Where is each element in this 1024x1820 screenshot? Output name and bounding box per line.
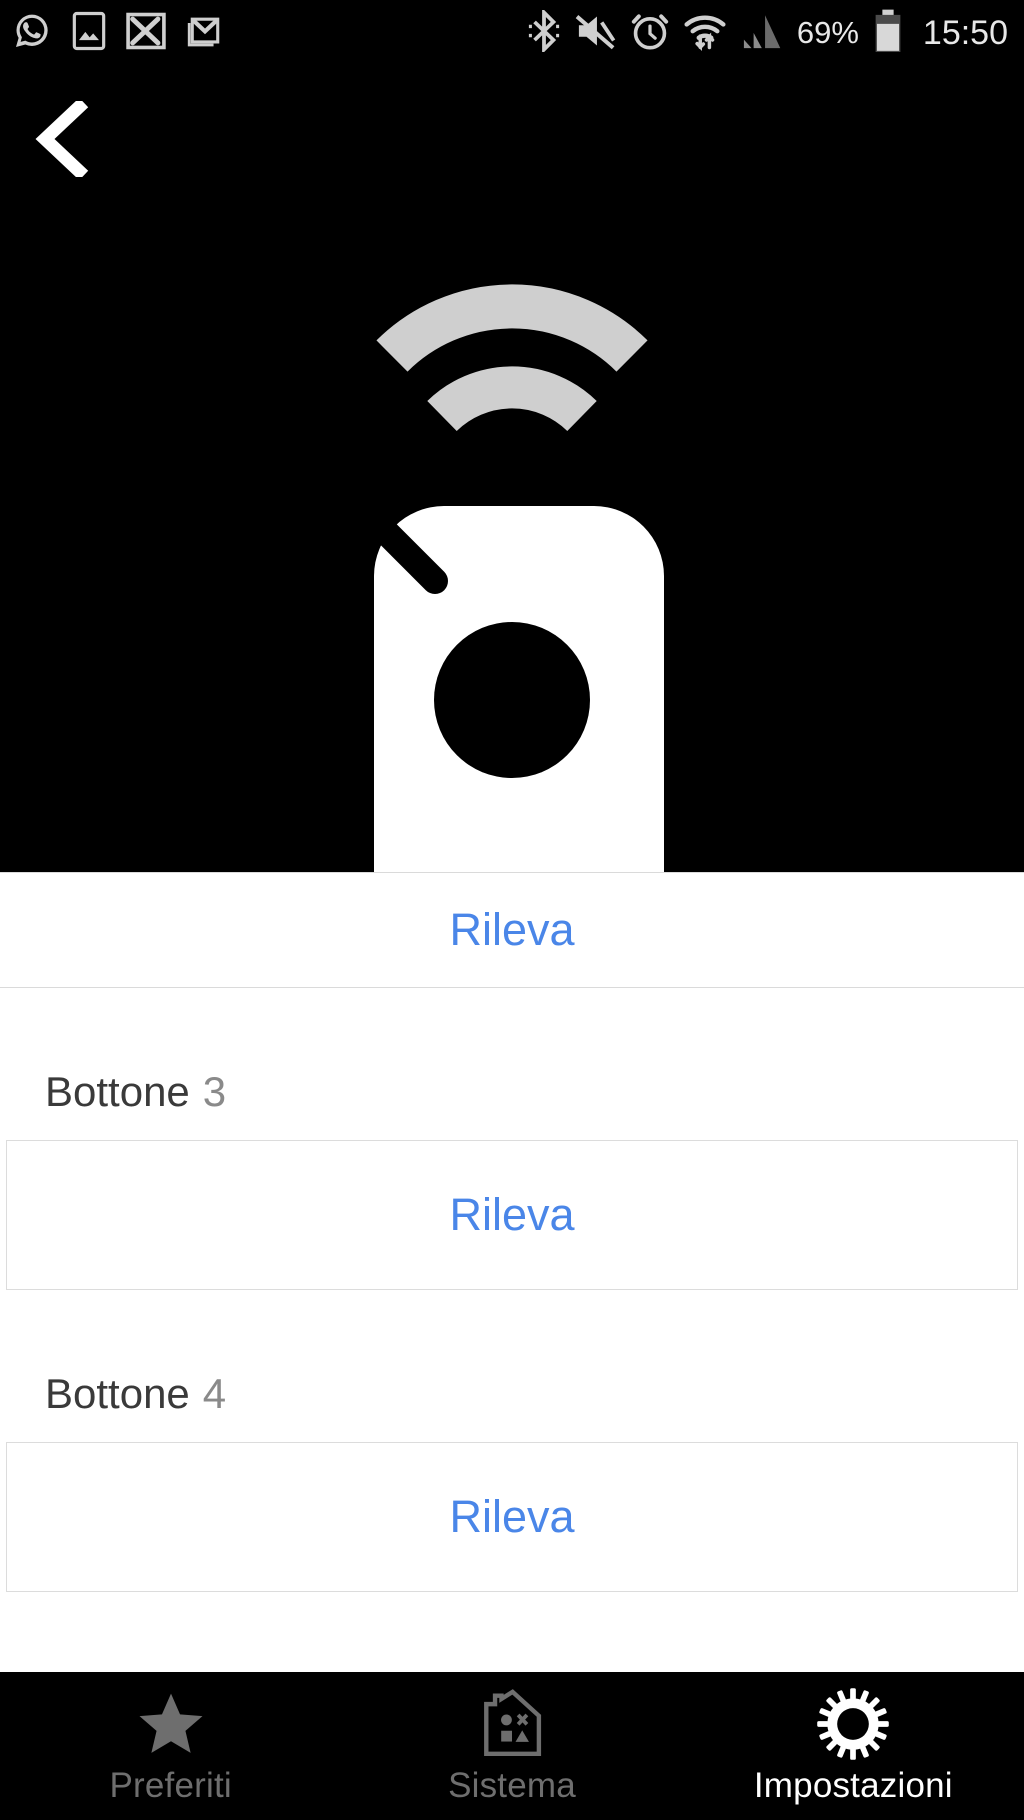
nav-item-sistema[interactable]: Sistema [341,1672,682,1820]
detect-button[interactable]: Rileva [6,1442,1018,1592]
detect-button-top[interactable]: Rileva [0,872,1024,988]
detect-button-label: Rileva [449,904,575,955]
nav-item-preferiti[interactable]: Preferiti [0,1672,341,1820]
wifi-icon [683,10,727,57]
section-gap [0,988,1024,1044]
section-title: Bottone [45,1068,190,1115]
hero-image-area [0,66,1024,872]
settings-list: Rileva Bottone 3 Rileva Bottone 4 Rileva [0,872,1024,1672]
house-icon [474,1686,550,1762]
status-bar-notification-icons [0,11,225,56]
button-section: Bottone 3 Rileva [0,1044,1024,1290]
nav-item-label: Preferiti [109,1766,232,1805]
detect-button-label: Rileva [449,1189,575,1240]
gear-icon [814,1686,892,1762]
signal-icon [741,11,783,56]
status-bar: 69% 15:50 [0,0,1024,66]
section-number: 4 [202,1370,227,1417]
whatsapp-icon [12,11,52,56]
section-title-row: Bottone 3 [0,1044,1024,1140]
bluetooth-icon [527,7,561,57]
button-section: Bottone 4 Rileva [0,1346,1024,1592]
detect-button[interactable]: Rileva [6,1140,1018,1290]
section-gap [0,1290,1024,1346]
nav-item-label: Sistema [448,1766,576,1805]
section-title-row: Bottone 4 [0,1346,1024,1442]
nav-item-label: Impostazioni [753,1766,953,1805]
mute-icon [575,12,617,55]
x-mail-icon [126,12,166,55]
nav-item-impostazioni[interactable]: Impostazioni [683,1672,1024,1820]
star-icon [135,1686,207,1762]
section-number: 3 [202,1068,227,1115]
wireless-remote-icon [0,66,1024,872]
app-root: 69% 15:50 Rileva Bottone 3 Rileva Botton… [0,0,1024,1820]
alarm-icon [631,10,669,57]
gmail-icon [185,11,225,56]
bottom-navigation-bar: Preferiti Sistema Impostazioni [0,1672,1024,1820]
status-bar-system-icons: 69% 15:50 [527,7,1024,59]
clock-label: 15:50 [922,13,1008,52]
gallery-icon [71,11,107,56]
detect-button-label: Rileva [449,1491,575,1542]
section-title: Bottone [45,1370,190,1417]
battery-percent-label: 69% [796,15,859,50]
battery-icon [873,8,903,59]
